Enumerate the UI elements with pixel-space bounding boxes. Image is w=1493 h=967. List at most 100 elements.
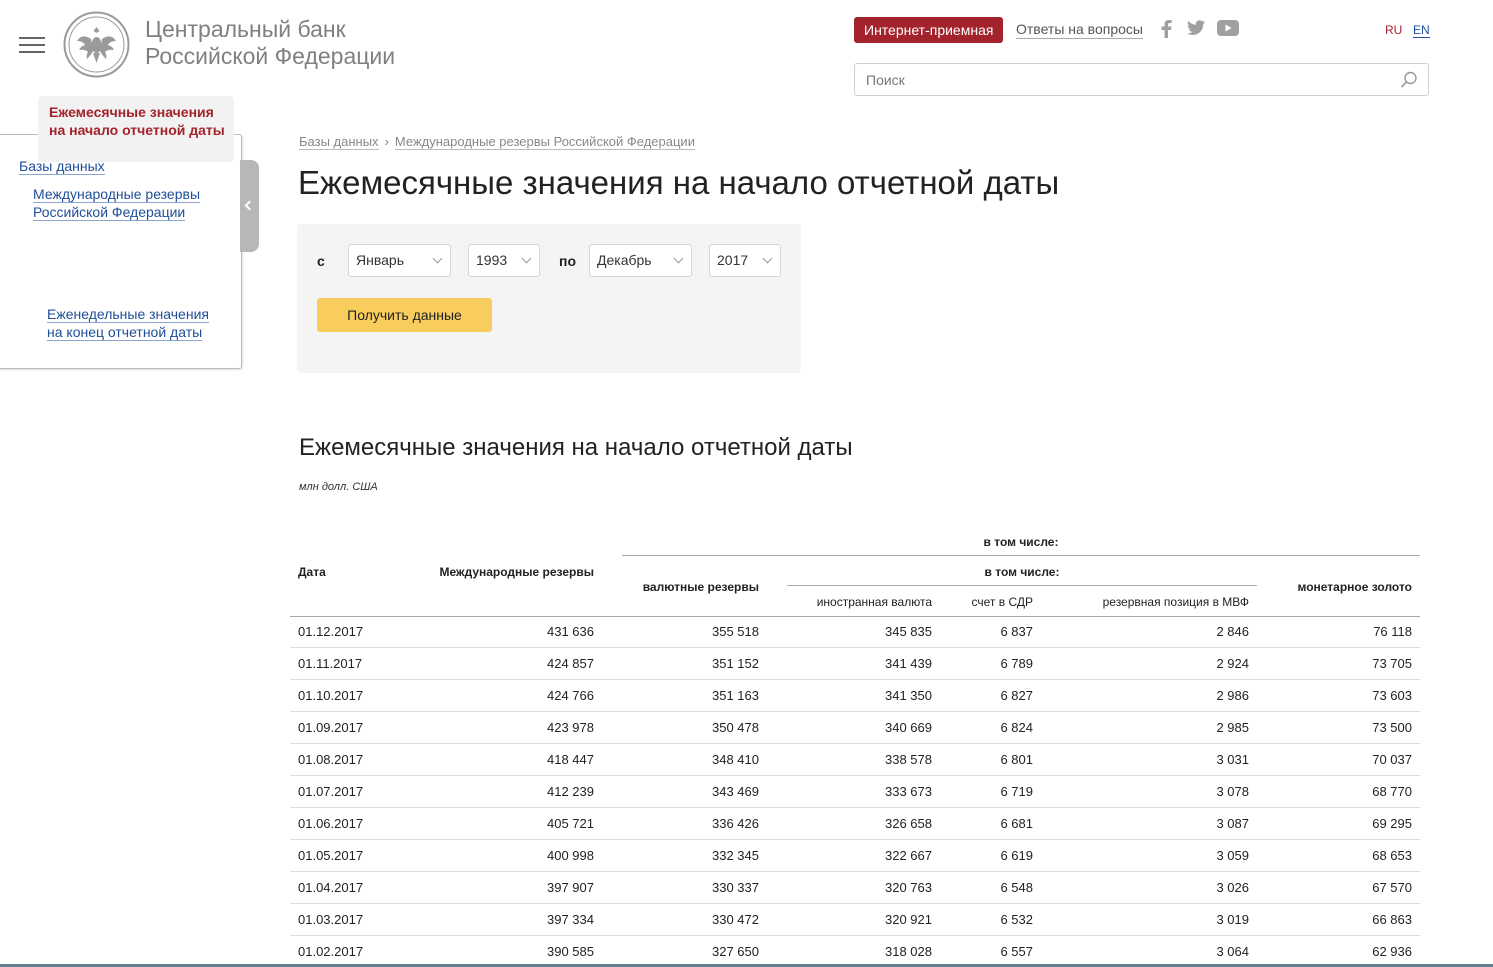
header-divider: [787, 585, 1257, 586]
cell-imf-position: 3 078: [1216, 784, 1249, 799]
cell-fx-reserves: 336 426: [712, 816, 759, 831]
cell-reserves: 397 334: [547, 912, 594, 927]
cell-reserves: 423 978: [547, 720, 594, 735]
sidebar-item-weekly-values[interactable]: Еженедельные значения на конец отчетной …: [47, 305, 222, 341]
cell-foreign-currency: 320 763: [885, 880, 932, 895]
search-icon[interactable]: [1400, 71, 1418, 89]
cell-reserves: 424 766: [547, 688, 594, 703]
cell-date: 01.05.2017: [298, 848, 364, 863]
cell-sdr: 6 837: [1000, 624, 1033, 639]
breadcrumb-item-international-reserves[interactable]: Международные резервы Российской Федерац…: [394, 134, 695, 150]
cell-fx-reserves: 343 469: [712, 784, 759, 799]
cell-gold: 62 936: [1372, 944, 1412, 959]
table-row: 01.06.2017 405 721 336 426 326 658 6 681 3 08…: [290, 808, 1420, 840]
cell-imf-position: 3 026: [1216, 880, 1249, 895]
cell-sdr: 6 619: [1000, 848, 1033, 863]
cell-reserves: 431 636: [547, 624, 594, 639]
facebook-icon[interactable]: [1160, 20, 1172, 38]
cell-gold: 73 705: [1372, 656, 1412, 671]
cell-sdr: 6 548: [1000, 880, 1033, 895]
chevron-down-icon: [673, 253, 684, 264]
breadcrumb: Базы данных › Международные резервы Россий…: [299, 134, 695, 150]
cell-sdr: 6 557: [1000, 944, 1033, 959]
cell-foreign-currency: 320 921: [885, 912, 932, 927]
cell-fx-reserves: 351 152: [712, 656, 759, 671]
cell-foreign-currency: 326 658: [885, 816, 932, 831]
cell-date: 01.02.2017: [298, 944, 364, 959]
cell-imf-position: 3 031: [1216, 752, 1249, 767]
table-row: 01.05.2017 400 998 332 345 322 667 6 619 3 05…: [290, 840, 1420, 872]
menu-icon[interactable]: [19, 37, 45, 53]
youtube-icon[interactable]: [1217, 20, 1239, 36]
lang-ru[interactable]: RU: [1385, 23, 1402, 37]
cell-date: 01.09.2017: [298, 720, 364, 735]
table-row: 01.11.2017 424 857 351 152 341 439 6 789 2 92…: [290, 648, 1420, 680]
cell-reserves: 418 447: [547, 752, 594, 767]
table-row: 01.12.2017 431 636 355 518 345 835 6 837 2 84…: [290, 616, 1420, 648]
cell-sdr: 6 532: [1000, 912, 1033, 927]
cell-gold: 68 653: [1372, 848, 1412, 863]
bank-name[interactable]: Центральный банк Российской Федерации: [145, 16, 395, 70]
twitter-icon[interactable]: [1187, 20, 1205, 36]
bank-emblem-logo[interactable]: [63, 11, 130, 78]
cell-fx-reserves: 332 345: [712, 848, 759, 863]
cell-gold: 66 863: [1372, 912, 1412, 927]
th-fx-reserves: валютные резервы: [642, 580, 759, 594]
header-divider: [622, 555, 1420, 556]
table-row: 01.08.2017 418 447 348 410 338 578 6 801 3 03…: [290, 744, 1420, 776]
cell-foreign-currency: 318 028: [885, 944, 932, 959]
cell-gold: 73 500: [1372, 720, 1412, 735]
cell-date: 01.11.2017: [298, 656, 363, 671]
cell-imf-position: 3 059: [1216, 848, 1249, 863]
th-foreign-currency: иностранная валюта: [816, 595, 932, 609]
cell-gold: 69 295: [1372, 816, 1412, 831]
breadcrumb-item-databases[interactable]: Базы данных: [299, 134, 379, 150]
cell-date: 01.10.2017: [298, 688, 364, 703]
from-month-value: Январь: [356, 252, 404, 268]
internet-reception-button[interactable]: Интернет-приемная: [854, 17, 1004, 43]
sidebar-item-monthly-values[interactable]: Ежемесячные значения на начало отчетной …: [49, 103, 229, 139]
chevron-down-icon: [521, 253, 532, 264]
sidebar-collapse-toggle[interactable]: [240, 160, 259, 252]
bank-name-line1: Центральный банк: [145, 16, 346, 42]
cell-sdr: 6 801: [1000, 752, 1033, 767]
cell-date: 01.08.2017: [298, 752, 364, 767]
cell-fx-reserves: 327 650: [712, 944, 759, 959]
cell-fx-reserves: 330 472: [712, 912, 759, 927]
cell-date: 01.04.2017: [298, 880, 364, 895]
cell-imf-position: 2 985: [1216, 720, 1249, 735]
cell-reserves: 412 239: [547, 784, 594, 799]
table-title: Ежемесячные значения на начало отчетной …: [299, 434, 853, 461]
cell-gold: 73 603: [1372, 688, 1412, 703]
cell-foreign-currency: 322 667: [885, 848, 932, 863]
from-month-select[interactable]: Январь: [348, 244, 451, 277]
cell-sdr: 6 824: [1000, 720, 1033, 735]
get-data-button[interactable]: Получить данные: [317, 298, 492, 332]
table-row: 01.07.2017 412 239 343 469 333 673 6 719 3 07…: [290, 776, 1420, 808]
cell-fx-reserves: 350 478: [712, 720, 759, 735]
to-year-select[interactable]: 2017: [709, 244, 781, 277]
cell-date: 01.06.2017: [298, 816, 364, 831]
chevron-down-icon: [432, 253, 443, 264]
cell-fx-reserves: 348 410: [712, 752, 759, 767]
from-label: с: [317, 253, 325, 269]
cell-date: 01.03.2017: [298, 912, 364, 927]
cell-foreign-currency: 333 673: [885, 784, 932, 799]
cell-sdr: 6 789: [1000, 656, 1033, 671]
to-label: по: [559, 253, 577, 269]
cell-gold: 76 118: [1373, 624, 1412, 639]
cell-sdr: 6 681: [1000, 816, 1033, 831]
search-input[interactable]: [855, 64, 1385, 95]
cell-imf-position: 3 087: [1216, 816, 1249, 831]
cell-reserves: 405 721: [547, 816, 594, 831]
lang-en[interactable]: EN: [1413, 23, 1430, 38]
cell-imf-position: 3 019: [1216, 912, 1249, 927]
sidebar-item-international-reserves[interactable]: Международные резервы Российской Федерац…: [33, 185, 218, 221]
cell-reserves: 400 998: [547, 848, 594, 863]
table-unit: млн долл. США: [299, 481, 378, 493]
cell-gold: 68 770: [1372, 784, 1412, 799]
to-month-select[interactable]: Декабрь: [589, 244, 692, 277]
cell-imf-position: 2 846: [1216, 624, 1249, 639]
from-year-select[interactable]: 1993: [468, 244, 540, 277]
faq-link[interactable]: Ответы на вопросы: [1016, 21, 1143, 39]
